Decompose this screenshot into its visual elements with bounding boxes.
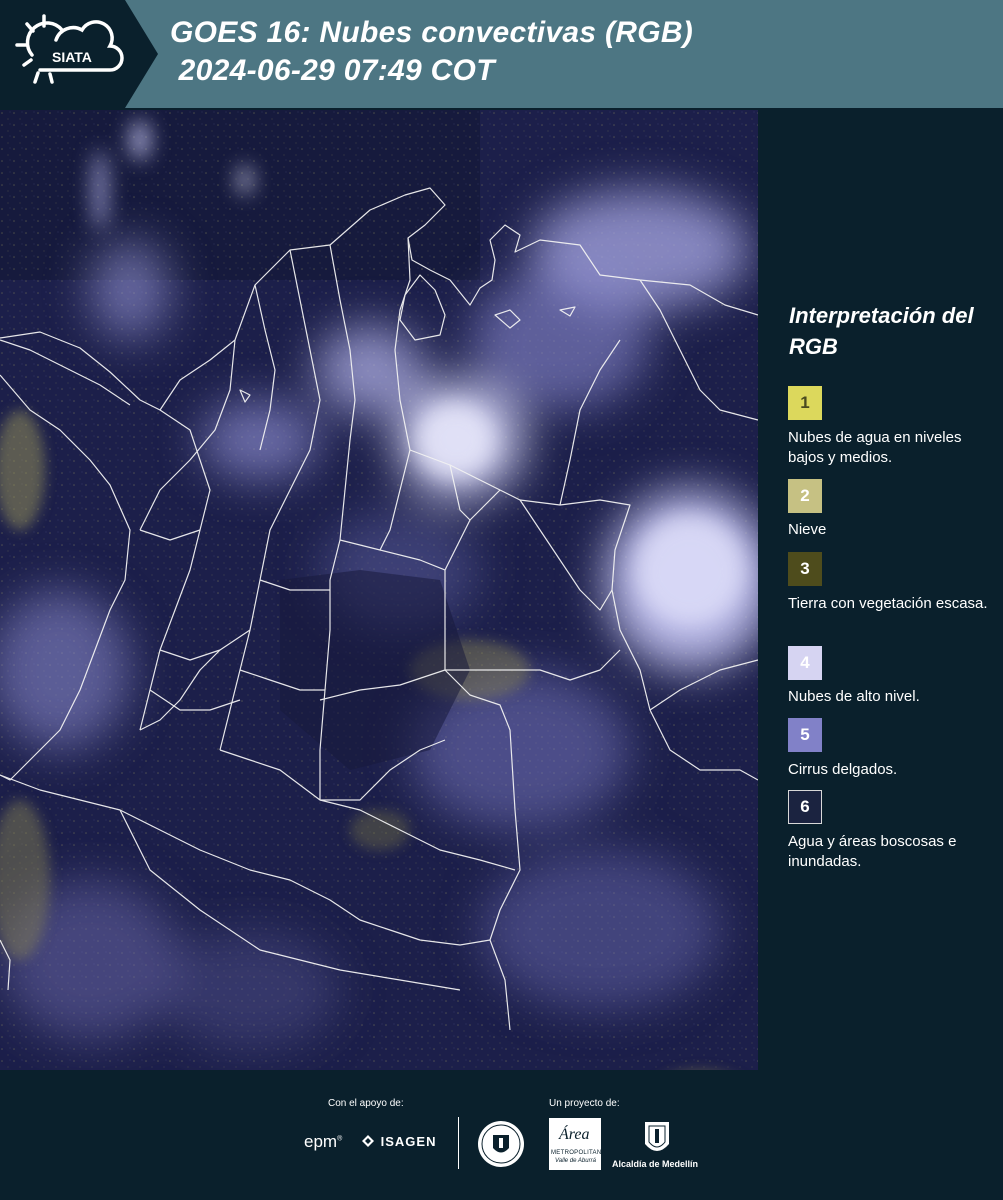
footer: Con el apoyo de: Un proyecto de: epm® IS… [0, 1070, 1003, 1200]
legend-label-1: Nubes de agua en niveles bajos y medios. [788, 429, 962, 466]
legend-number-4: 4 [800, 653, 810, 672]
legend-number-3: 3 [800, 559, 810, 578]
project-label: Un proyecto de: [549, 1098, 620, 1109]
legend-swatch-6: 6 [788, 790, 822, 824]
epm-logo: epm® [304, 1132, 343, 1151]
legend-panel: Interpretación del RGB 1 Nubes de agua e… [760, 108, 1003, 1070]
siata-logo: SIATA [0, 0, 158, 108]
medellin-seal [477, 1120, 525, 1168]
legend-number-6: 6 [800, 797, 810, 816]
satellite-map [0, 110, 758, 1070]
legend-swatch-2: 2 [788, 479, 822, 513]
legend-number-2: 2 [800, 486, 810, 505]
title-line-2: 2024-06-29 07:49 COT [170, 54, 495, 87]
alcaldia-text: Alcaldía de Medellín [612, 1159, 699, 1169]
footer-divider [458, 1117, 459, 1169]
legend-swatch-3: 3 [788, 552, 822, 586]
siata-logo-text: SIATA [52, 49, 92, 65]
legend-label-4: Nubes de alto nivel. [788, 688, 920, 705]
legend-label-5: Cirrus delgados. [788, 761, 898, 778]
legend-label-3: Tierra con vegetación escasa. [788, 595, 988, 612]
title-line-1: GOES 16: Nubes convectivas (RGB) [170, 16, 694, 49]
page-title: GOES 16: Nubes convectivas (RGB) 2024-06… [170, 14, 693, 90]
legend-title: Interpretación del RGB [789, 303, 974, 359]
header-bar: SIATA GOES 16: Nubes convectivas (RGB) 2… [0, 0, 1003, 108]
support-label: Con el apoyo de: [328, 1098, 404, 1109]
legend-swatch-4: 4 [788, 646, 822, 680]
isagen-logo: ISAGEN [360, 1133, 436, 1149]
alcaldia-shield [643, 1120, 671, 1158]
legend-swatch-1: 1 [788, 386, 822, 420]
legend-swatch-5: 5 [788, 718, 822, 752]
area-metropolitana-logo: Área METROPOLITANA Valle de Aburrá [549, 1118, 605, 1170]
legend-label-2: Nieve [788, 521, 827, 538]
isagen-mark-icon [362, 1135, 374, 1147]
legend-number-5: 5 [800, 725, 810, 744]
legend-number-1: 1 [800, 393, 810, 412]
legend-label-6: Agua y áreas boscosas e inundadas. [788, 833, 957, 870]
